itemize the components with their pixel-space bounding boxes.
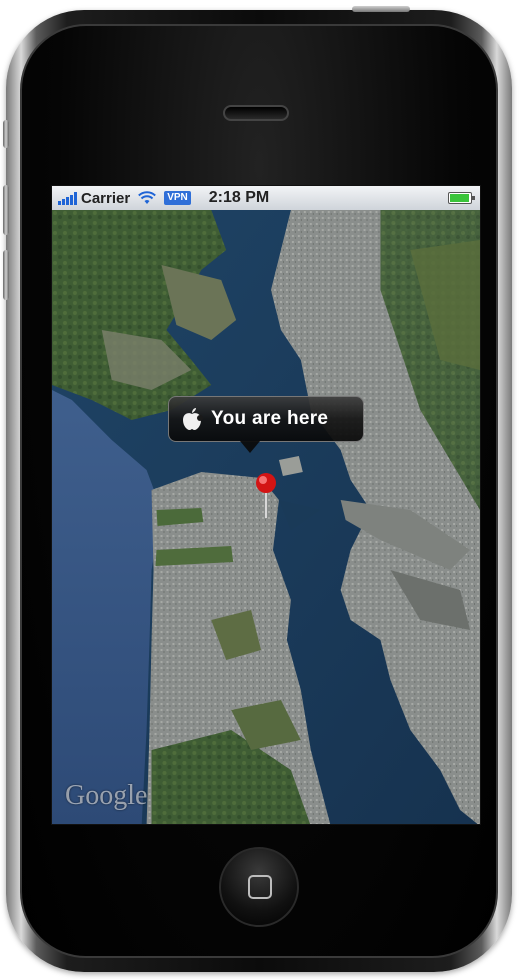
vpn-badge: VPN	[164, 191, 191, 205]
location-callout[interactable]: You are here	[168, 396, 364, 442]
status-bar: Carrier VPN 2:18 PM	[52, 186, 480, 211]
red-pin-icon[interactable]	[255, 472, 277, 518]
earpiece-speaker	[223, 105, 289, 121]
ring-switch[interactable]	[3, 120, 9, 148]
apple-icon	[183, 408, 203, 430]
callout-pointer	[240, 441, 260, 453]
home-button[interactable]	[219, 847, 299, 927]
carrier-label: Carrier	[81, 189, 131, 207]
callout-label: You are here	[211, 408, 329, 429]
battery-level	[450, 194, 469, 202]
signal-bars-icon	[58, 191, 77, 205]
wifi-icon	[138, 191, 157, 204]
map-provider-logo: Google	[65, 780, 148, 811]
sleep-button[interactable]	[352, 6, 410, 12]
volume-up-button[interactable]	[3, 185, 9, 235]
volume-down-button[interactable]	[3, 250, 9, 300]
battery-icon	[448, 192, 475, 204]
screen: Carrier VPN 2:18 PM You are here Google	[51, 185, 481, 825]
home-square-icon	[248, 875, 272, 899]
status-time: 2:18 PM	[208, 189, 270, 206]
